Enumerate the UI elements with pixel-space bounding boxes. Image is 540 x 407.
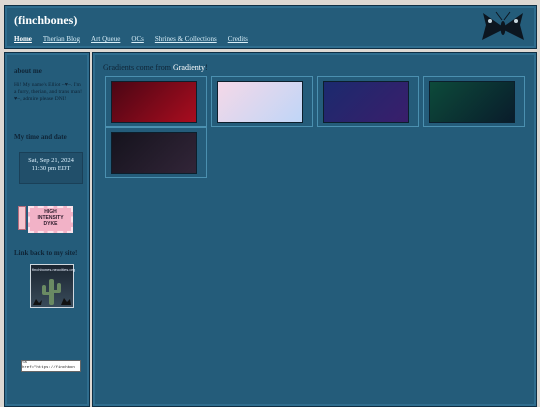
- gradienty-link[interactable]: Gradienty: [173, 63, 205, 72]
- gradient-swatch[interactable]: [217, 81, 303, 123]
- nav-bar: Home Therian Blog Art Queue OCs Shrines …: [14, 28, 255, 46]
- moth-icon: [482, 11, 524, 40]
- time-clock: 11:30 pm EDT: [31, 165, 71, 172]
- about-text: Hi! My name's Elliot ~♥~. I'm a furry, t…: [14, 82, 82, 102]
- sidebar: about me Hi! My name's Elliot ~♥~. I'm a…: [4, 52, 90, 407]
- cactus-icon: [33, 279, 71, 305]
- gradient-cell[interactable]: [423, 76, 525, 127]
- site-title: (finchbones): [14, 13, 78, 27]
- gradient-swatch[interactable]: [111, 81, 197, 123]
- time-heading: My time and date: [14, 133, 67, 141]
- time-widget: Sat, Sep 21, 2024 11:30 pm EDT: [19, 152, 83, 184]
- high-intensity-stamp[interactable]: HIGH INTENSITY DYKE: [28, 206, 73, 233]
- nav-therian-blog[interactable]: Therian Blog: [43, 35, 80, 43]
- main-content: Gradients come from Gradienty!: [92, 52, 537, 407]
- nav-art-queue[interactable]: Art Queue: [91, 35, 120, 43]
- nav-credits[interactable]: Credits: [228, 35, 248, 43]
- gradient-cell[interactable]: [105, 127, 207, 178]
- stamp-line-3: DYKE: [43, 221, 58, 227]
- gradient-cell[interactable]: [211, 76, 313, 127]
- nav-home[interactable]: Home: [14, 35, 32, 43]
- about-heading: about me: [14, 67, 42, 75]
- gradients-intro: Gradients come from Gradienty!: [103, 63, 208, 72]
- stamp-small: [18, 206, 26, 230]
- gradient-swatch[interactable]: [323, 81, 409, 123]
- gradient-swatch[interactable]: [111, 132, 197, 174]
- badge-url: finchbones.neocities.org: [32, 267, 76, 272]
- gradient-cell[interactable]: [317, 76, 419, 127]
- time-date: Sat, Sep 21, 2024: [28, 157, 74, 164]
- link-back-heading: Link back to my site!: [14, 249, 78, 257]
- site-badge[interactable]: finchbones.neocities.org: [30, 264, 76, 308]
- gradient-swatch[interactable]: [429, 81, 515, 123]
- gradients-intro-suffix: !: [204, 63, 208, 72]
- gradients-intro-prefix: Gradients come from: [103, 63, 173, 72]
- gradient-cell[interactable]: [105, 76, 207, 127]
- nav-shrines-collections[interactable]: Shrines & Collections: [155, 35, 217, 43]
- nav-ocs[interactable]: OCs: [131, 35, 143, 43]
- site-header: (finchbones) Home Therian Blog Art Queue…: [4, 5, 537, 49]
- link-code-snippet[interactable]: <a href="https://finchbon: [21, 360, 81, 372]
